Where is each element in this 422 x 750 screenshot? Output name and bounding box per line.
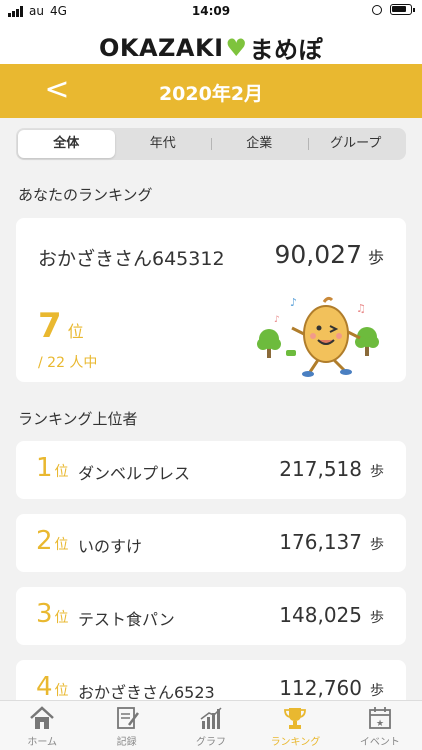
tabbar-graph-label: グラフ bbox=[196, 737, 227, 748]
tabbar-record-label: 記録 bbox=[116, 737, 137, 748]
category-tabs: 全体 年代 企業 グループ bbox=[16, 128, 406, 160]
ranker-steps-value: 217,518 bbox=[279, 457, 362, 481]
status-right bbox=[372, 4, 415, 15]
rank-number: 2 bbox=[36, 526, 53, 556]
ranker-steps: 176,137 歩 bbox=[279, 530, 384, 554]
home-icon bbox=[30, 706, 55, 729]
page-title: 2020年2月 bbox=[158, 83, 264, 105]
rank-unit: 位 bbox=[54, 610, 69, 626]
tabbar-graph[interactable]: グラフ bbox=[169, 701, 253, 750]
tab-group[interactable]: グループ bbox=[307, 130, 405, 158]
my-steps-value: 90,027 bbox=[274, 240, 362, 269]
logo-text-left: OKAZAKI bbox=[98, 33, 224, 62]
status-bar: au 4G 14:09 bbox=[0, 0, 422, 24]
ranking-row[interactable]: 3位 テスト食パン 148,025 歩 bbox=[16, 587, 406, 645]
top-rankers-heading: ランキング上位者 bbox=[18, 410, 138, 428]
tab-age[interactable]: 年代 bbox=[115, 130, 212, 158]
month-header: < 2020年2月 bbox=[0, 64, 422, 118]
my-name: おかざきさん645312 bbox=[38, 248, 225, 270]
rank-number: 3 bbox=[36, 599, 53, 629]
svg-text:♫: ♫ bbox=[356, 302, 366, 315]
rank-number: 4 bbox=[36, 672, 53, 702]
logo-text-right: まめぽ bbox=[249, 36, 324, 64]
graph-icon bbox=[200, 707, 222, 729]
tab-company[interactable]: 企業 bbox=[211, 130, 308, 158]
my-steps-unit: 歩 bbox=[367, 248, 384, 267]
ranker-steps: 148,025 歩 bbox=[279, 603, 384, 627]
svg-text:♪: ♪ bbox=[290, 296, 297, 309]
ranking-row[interactable]: 2位 いのすけ 176,137 歩 bbox=[16, 514, 406, 572]
tabbar-event[interactable]: ★ イベント bbox=[338, 701, 422, 750]
mascot-illustration: ♪ ♫ ♪ bbox=[257, 296, 379, 377]
ranker-steps-value: 148,025 bbox=[279, 603, 362, 627]
tabbar-ranking[interactable]: ランキング bbox=[253, 701, 337, 750]
rank-position: 2位 bbox=[36, 526, 69, 556]
battery-icon bbox=[390, 4, 415, 15]
heart-icon: ♥ bbox=[225, 33, 248, 62]
rank-position: 4位 bbox=[36, 672, 69, 702]
rank-unit: 位 bbox=[54, 464, 69, 480]
ranker-steps-unit: 歩 bbox=[370, 683, 384, 699]
tree-icon bbox=[355, 327, 379, 356]
rank-position: 3位 bbox=[36, 599, 69, 629]
trophy-icon bbox=[284, 708, 307, 729]
svg-text:★: ★ bbox=[376, 719, 384, 729]
ranker-steps-unit: 歩 bbox=[370, 537, 384, 553]
ranker-steps-value: 112,760 bbox=[279, 676, 362, 700]
ranking-row[interactable]: 1位 ダンベルプレス 217,518 歩 bbox=[16, 441, 406, 499]
logo-bar: OKAZAKI ♥ まめぽ bbox=[0, 24, 422, 64]
tabbar-record[interactable]: 記録 bbox=[84, 701, 168, 750]
ranker-name: テスト食パン bbox=[78, 610, 175, 629]
rank-position: 1位 bbox=[36, 453, 69, 483]
my-rank-value: 7 bbox=[38, 306, 62, 346]
calendar-icon: ★ bbox=[368, 707, 391, 729]
rank-number: 1 bbox=[36, 453, 53, 483]
my-rank-total: / 22 人中 bbox=[38, 355, 98, 371]
app-logo: OKAZAKI ♥ まめぽ bbox=[99, 30, 323, 65]
ranker-steps: 112,760 歩 bbox=[279, 676, 384, 700]
ranker-steps: 217,518 歩 bbox=[279, 457, 384, 481]
bottom-tab-bar: ホーム 記録 グラフ ランキング ★ イベント bbox=[0, 700, 422, 750]
record-icon bbox=[116, 707, 139, 729]
tabbar-home[interactable]: ホーム bbox=[0, 701, 84, 750]
ranker-name: ダンベルプレス bbox=[78, 464, 191, 483]
my-ranking-heading: あなたのランキング bbox=[18, 186, 153, 204]
rank-unit: 位 bbox=[54, 683, 69, 699]
my-rank-unit: 位 bbox=[67, 322, 84, 341]
ranker-steps-value: 176,137 bbox=[279, 530, 362, 554]
rank-unit: 位 bbox=[54, 537, 69, 553]
mascot-icon bbox=[291, 296, 361, 377]
ranker-steps-unit: 歩 bbox=[370, 464, 384, 480]
rotation-lock-icon bbox=[372, 4, 382, 15]
my-steps: 90,027 歩 bbox=[275, 240, 385, 269]
ranker-name: いのすけ bbox=[78, 537, 143, 556]
my-ranking-card: おかざきさん645312 90,027 歩 7位 / 22 人中 ♪ ♫ ♪ bbox=[16, 218, 406, 382]
svg-text:♪: ♪ bbox=[274, 315, 280, 325]
tabbar-ranking-label: ランキング bbox=[270, 737, 321, 748]
ranker-steps-unit: 歩 bbox=[370, 610, 384, 626]
tab-all[interactable]: 全体 bbox=[18, 130, 115, 158]
tabbar-home-label: ホーム bbox=[27, 737, 58, 748]
my-rank: 7位 bbox=[38, 306, 84, 346]
tabbar-event-label: イベント bbox=[359, 737, 400, 748]
tree-icon bbox=[257, 329, 281, 358]
status-time: 14:09 bbox=[191, 4, 231, 18]
